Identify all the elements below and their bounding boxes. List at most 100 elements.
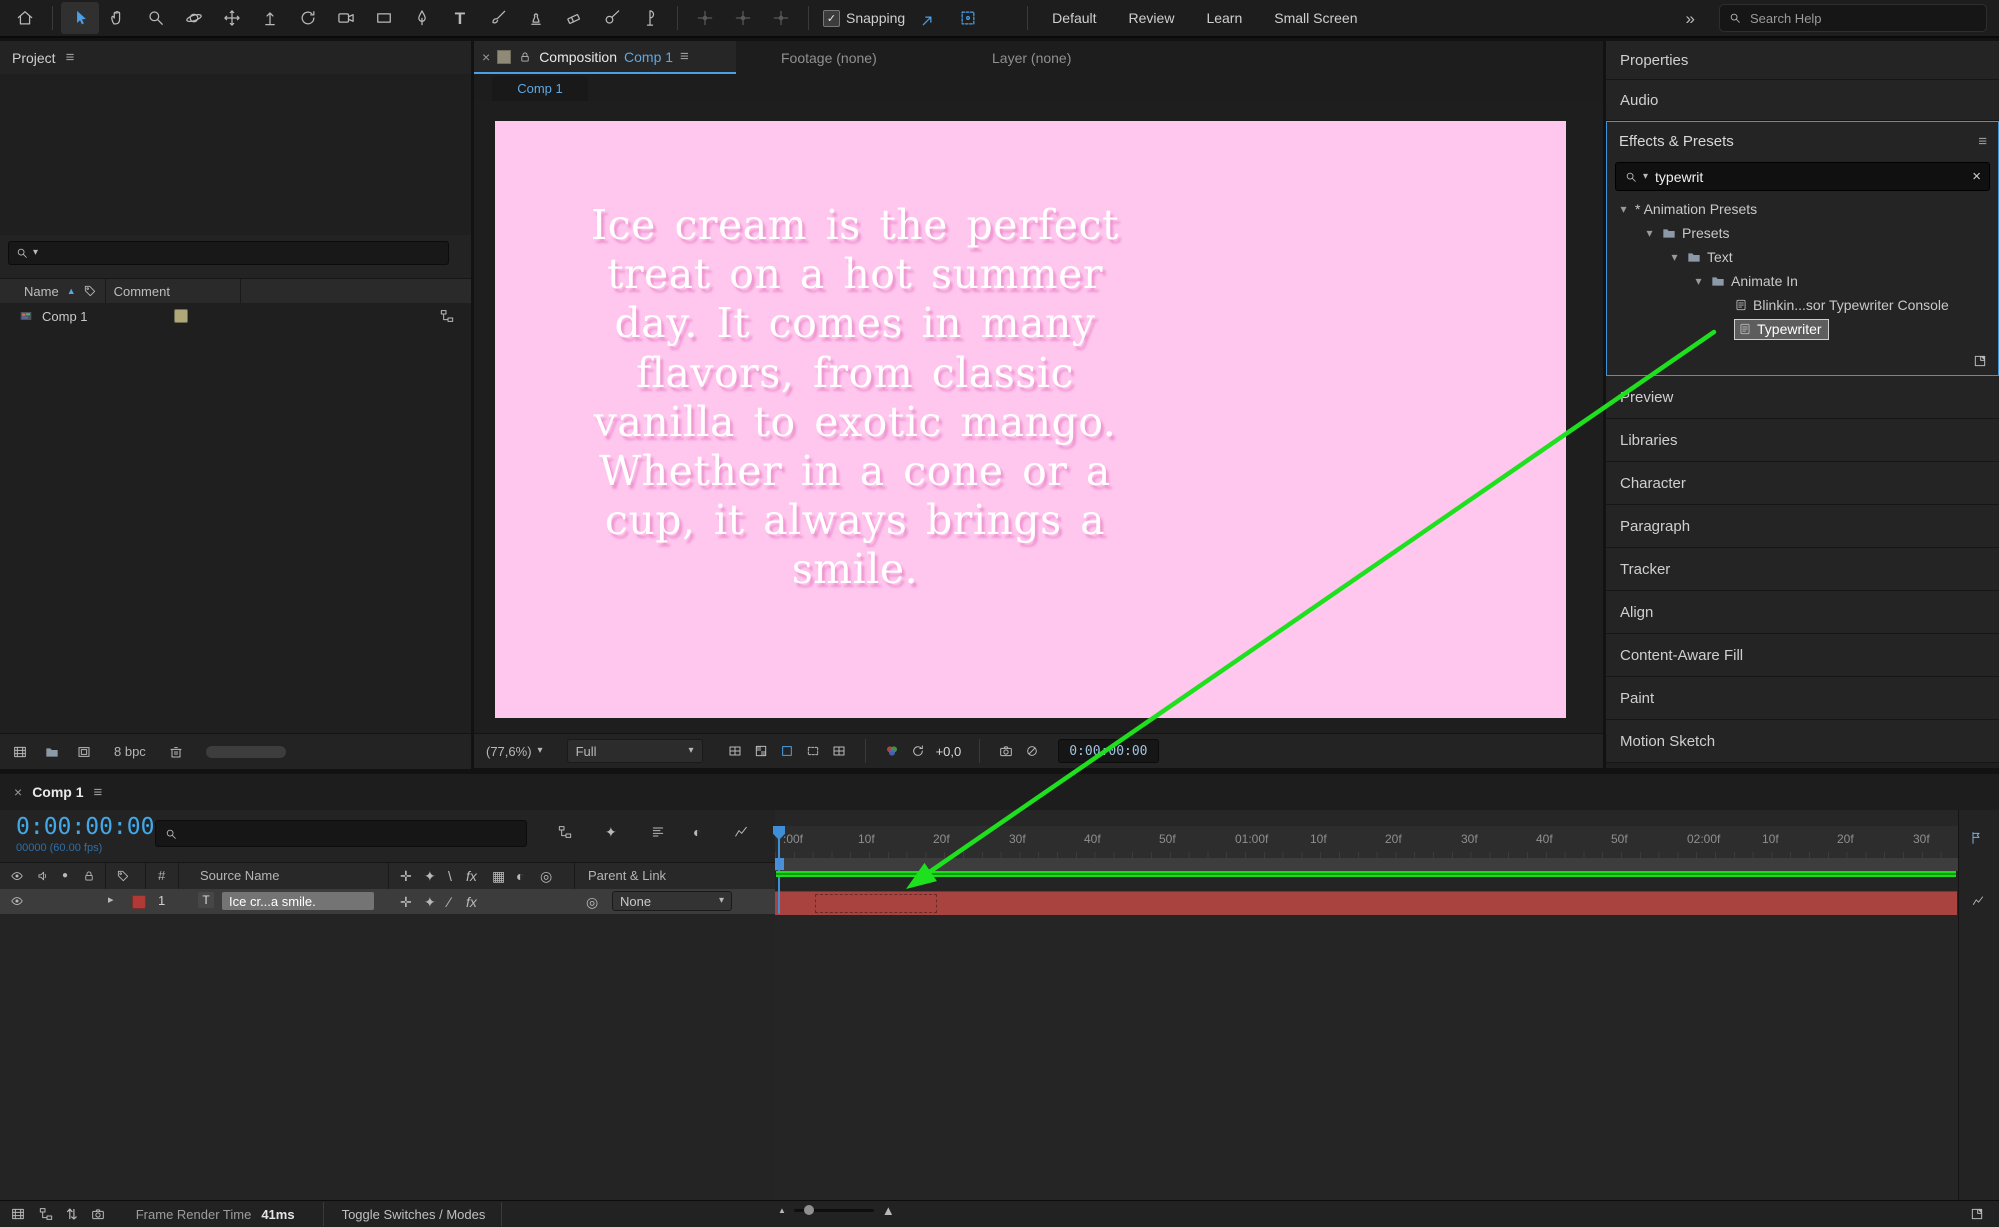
- panel-header-preview[interactable]: Preview: [1606, 376, 1999, 419]
- layer-name[interactable]: Ice cr...a smile.: [222, 892, 374, 910]
- timeline-zoom-slider[interactable]: [793, 1205, 874, 1215]
- tab-layer[interactable]: Layer (none): [992, 50, 1071, 66]
- comp-button-icon[interactable]: [1971, 894, 1985, 908]
- time-ruler[interactable]: :00f 10f 20f 30f 40f 50f 01:00f 10f 20f …: [775, 826, 1958, 859]
- chevron-down-icon[interactable]: ▾: [1643, 226, 1656, 240]
- home-button[interactable]: [6, 2, 44, 34]
- interpret-footage-icon[interactable]: [12, 744, 28, 760]
- tree-row-presets[interactable]: ▾ Presets: [1607, 221, 1998, 245]
- selected-preset[interactable]: Typewriter: [1734, 318, 1829, 340]
- brush-tool-button[interactable]: [479, 2, 517, 34]
- snap-edges-button[interactable]: [911, 2, 949, 34]
- camera-tool-button[interactable]: [327, 2, 365, 34]
- resolution-dropdown[interactable]: Full ▾: [566, 739, 703, 763]
- panel-menu-icon[interactable]: ≡: [1978, 133, 1987, 150]
- timeline-search-box[interactable]: [155, 820, 527, 847]
- new-folder-icon[interactable]: [44, 744, 60, 760]
- panel-header-audio[interactable]: Audio: [1606, 80, 1999, 121]
- composition-frame[interactable]: Ice cream is the perfect treat on a hot …: [495, 121, 1566, 718]
- tree-row-text[interactable]: ▾ Text: [1607, 245, 1998, 269]
- solo-column-icon[interactable]: ●: [62, 871, 68, 881]
- hide-shy-layers-button[interactable]: [650, 824, 666, 840]
- viewer-timecode[interactable]: 0:00:00:00: [1058, 739, 1159, 763]
- trash-icon[interactable]: [168, 744, 184, 760]
- layer-duration-bar[interactable]: [775, 891, 1957, 916]
- layer-shy-switch-icon[interactable]: ✛: [400, 895, 412, 909]
- layer-quality-switch-icon[interactable]: ∕: [448, 895, 450, 909]
- comp-subtab[interactable]: Comp 1: [492, 76, 588, 101]
- grid-guides-icon[interactable]: [831, 743, 847, 759]
- panel-menu-icon[interactable]: ≡: [66, 49, 75, 66]
- region-of-interest-icon[interactable]: [805, 743, 821, 759]
- composition-mini-flowchart-button[interactable]: [557, 824, 573, 840]
- roto-brush-tool-button[interactable]: [593, 2, 631, 34]
- panel-header-tracker[interactable]: Tracker: [1606, 548, 1999, 591]
- clone-stamp-tool-button[interactable]: [517, 2, 555, 34]
- project-search-input[interactable]: [42, 244, 442, 262]
- zoom-in-mountain-icon[interactable]: ▲: [882, 1204, 895, 1217]
- project-panel-header[interactable]: Project ≡: [0, 41, 471, 74]
- tree-row-animate-in[interactable]: ▾ Animate In: [1607, 269, 1998, 293]
- tree-row-preset-typewriter[interactable]: Typewriter: [1607, 317, 1998, 341]
- zoom-tool-button[interactable]: [137, 2, 175, 34]
- selection-tool-button[interactable]: [61, 2, 99, 34]
- type-tool-button[interactable]: T: [441, 2, 479, 34]
- tab-footage[interactable]: Footage (none): [781, 50, 877, 66]
- eye-column-icon[interactable]: [10, 869, 24, 883]
- dolly-camera-tool-button[interactable]: [251, 2, 289, 34]
- search-help-box[interactable]: [1719, 4, 1987, 32]
- new-panel-button[interactable]: [1972, 353, 1988, 369]
- clear-search-icon[interactable]: ×: [1972, 169, 1981, 184]
- snapping-checkbox[interactable]: ✓: [823, 9, 840, 27]
- axis-mode-view-button[interactable]: [762, 2, 800, 34]
- label-column-icon[interactable]: [116, 869, 130, 883]
- workspace-tab-review[interactable]: Review: [1113, 10, 1191, 26]
- tree-row-preset-blinking[interactable]: Blinkin...sor Typewriter Console: [1607, 293, 1998, 317]
- comp-mini-map-icon[interactable]: [1969, 1206, 1985, 1222]
- layer-color-swatch[interactable]: [132, 895, 146, 909]
- zoom-level-dropdown[interactable]: (77,6%) ▾: [486, 744, 543, 759]
- parent-dropdown[interactable]: None ▾: [612, 891, 732, 911]
- render-queue-icon[interactable]: [10, 1206, 26, 1222]
- panel-header-paragraph[interactable]: Paragraph: [1606, 505, 1999, 548]
- layer-collapse-switch-icon[interactable]: ✦: [424, 895, 436, 909]
- zoom-slider-thumb[interactable]: [803, 1205, 814, 1215]
- chevron-down-icon[interactable]: ▾: [1692, 274, 1705, 288]
- comp-marker-icon[interactable]: [1969, 830, 1985, 846]
- axis-mode-local-button[interactable]: [686, 2, 724, 34]
- eraser-tool-button[interactable]: [555, 2, 593, 34]
- current-timecode[interactable]: 0:00:00:00: [16, 814, 154, 840]
- timeline-search-input[interactable]: [183, 825, 518, 842]
- workspace-tab-small-screen[interactable]: Small Screen: [1258, 10, 1373, 26]
- panel-header-character[interactable]: Character: [1606, 462, 1999, 505]
- close-icon[interactable]: ×: [14, 785, 22, 799]
- rotate-tool-button[interactable]: [289, 2, 327, 34]
- index-column-header[interactable]: #: [158, 868, 165, 883]
- effects-presets-header[interactable]: Effects & Presets ≡: [1607, 122, 1998, 160]
- shape-tool-button[interactable]: [365, 2, 403, 34]
- layer-eye-icon[interactable]: [10, 894, 24, 908]
- hand-tool-button[interactable]: [99, 2, 137, 34]
- column-comment[interactable]: Comment: [114, 284, 170, 299]
- project-row-comp1[interactable]: Comp 1: [0, 303, 471, 329]
- lock-icon[interactable]: [518, 50, 532, 64]
- parent-pickwhip-icon[interactable]: ◎: [586, 895, 598, 909]
- close-icon[interactable]: ×: [482, 50, 490, 64]
- label-color-swatch[interactable]: [173, 309, 188, 323]
- parent-link-column-header[interactable]: Parent & Link: [588, 868, 666, 883]
- safe-zones-icon[interactable]: [727, 743, 743, 759]
- snap-features-button[interactable]: [949, 2, 987, 34]
- toggle-switches-modes-button[interactable]: Toggle Switches / Modes: [342, 1207, 486, 1222]
- timeline-empty-area[interactable]: [775, 915, 1958, 1200]
- graph-editor-button[interactable]: [733, 824, 749, 840]
- exposure-value[interactable]: +0,0: [936, 744, 962, 759]
- expand-tracks-icon[interactable]: ⇅: [66, 1207, 78, 1221]
- project-search-box[interactable]: ▾: [8, 241, 449, 265]
- draft-3d-button[interactable]: ✦: [605, 824, 617, 840]
- axis-mode-world-button[interactable]: [724, 2, 762, 34]
- chevron-down-icon[interactable]: ▾: [1668, 250, 1681, 264]
- project-item-name[interactable]: Comp 1: [42, 309, 88, 324]
- workspace-tab-learn[interactable]: Learn: [1190, 10, 1258, 26]
- show-snapshot-icon[interactable]: [1024, 743, 1040, 759]
- panel-header-libraries[interactable]: Libraries: [1606, 419, 1999, 462]
